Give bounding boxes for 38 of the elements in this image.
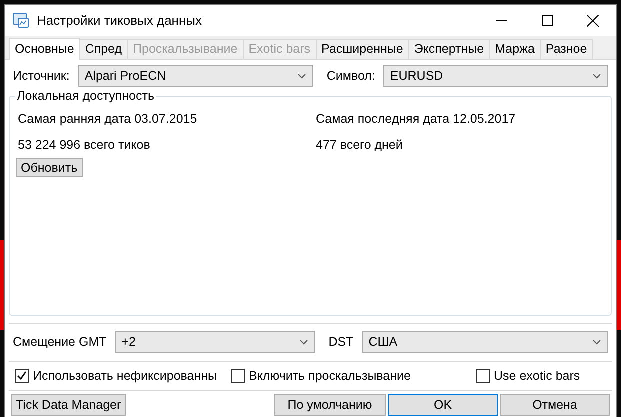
window-title: Настройки тиковых данных (37, 13, 204, 28)
gmt-offset-dropdown[interactable]: +2 (114, 331, 315, 353)
app-icon (13, 13, 29, 28)
checkbox[interactable] (15, 369, 29, 383)
default-button[interactable]: По умолчанию (274, 394, 386, 416)
caret-icon (593, 74, 601, 78)
tab[interactable]: Спред (79, 39, 128, 59)
symbol-dropdown[interactable]: EURUSD (383, 65, 608, 87)
day-count-text: 477 всего дней (316, 138, 404, 152)
caret-icon (593, 340, 601, 344)
tab[interactable]: Экспертные (408, 39, 490, 59)
tab[interactable]: Разное (540, 39, 594, 59)
dst-dropdown[interactable]: США (362, 331, 608, 353)
tick-data-manager-button[interactable]: Tick Data Manager (11, 394, 126, 416)
checkbox-label: Включить проскальзывание (249, 369, 411, 383)
source-dropdown[interactable]: Alpari ProECN (78, 65, 313, 87)
checkbox-label: Use exotic bars (494, 369, 580, 383)
earliest-date-text: Самая ранняя дата 03.07.2015 (18, 112, 198, 126)
group-title: Локальная доступность (15, 89, 156, 103)
checkbox[interactable] (476, 369, 490, 383)
checkbox[interactable] (231, 369, 245, 383)
tab[interactable]: Основные (9, 38, 80, 60)
dst-label: DST (328, 335, 354, 349)
ok-button[interactable]: OK (388, 394, 498, 416)
tick-count-text: 53 224 996 всего тиков (18, 138, 152, 152)
refresh-button[interactable]: Обновить (16, 158, 83, 177)
caret-icon (298, 74, 306, 78)
cancel-button[interactable]: Отмена (500, 394, 610, 416)
gmt-offset-label: Смещение GMT (12, 335, 107, 349)
close-icon (587, 14, 599, 26)
latest-date-text: Самая последняя дата 12.05.2017 (316, 112, 517, 126)
tab[interactable]: Расширенные (316, 39, 410, 59)
checkbox-label: Использовать нефиксированны (33, 369, 218, 383)
symbol-label: Символ: (326, 69, 376, 83)
maximize-icon (542, 15, 552, 26)
caret-icon (300, 340, 308, 344)
tab[interactable]: Маржа (489, 39, 541, 59)
source-label: Источник: (12, 69, 70, 83)
